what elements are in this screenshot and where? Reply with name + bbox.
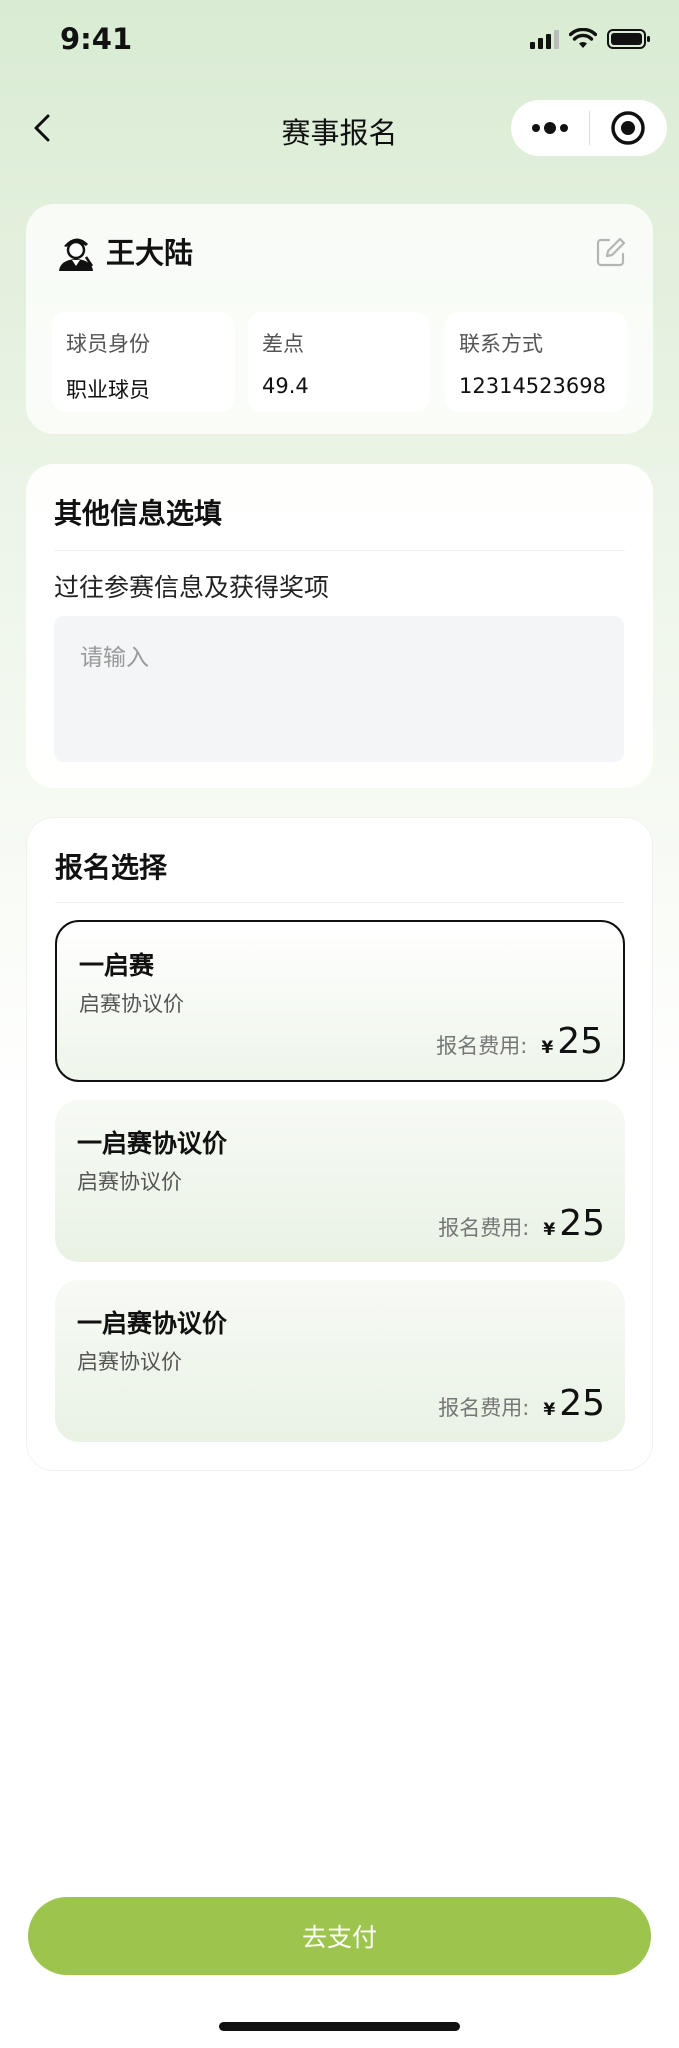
player-name: 王大陆 bbox=[106, 236, 194, 270]
section-title: 报名选择 bbox=[55, 851, 168, 884]
divider bbox=[54, 550, 625, 551]
option-subtitle: 启赛协议价 bbox=[79, 992, 184, 1016]
wifi-icon bbox=[569, 28, 597, 48]
more-button[interactable] bbox=[511, 100, 589, 156]
signup-options-card: 报名选择 一启赛 启赛协议价 报名费用: ¥ 25 一启赛协议价 启赛协议价 报… bbox=[26, 817, 653, 1471]
option-title: 一启赛协议价 bbox=[77, 1309, 228, 1338]
close-mini-program-button[interactable] bbox=[590, 100, 668, 156]
signup-option[interactable]: 一启赛协议价 启赛协议价 报名费用: ¥ 25 bbox=[55, 1280, 625, 1442]
info-label: 差点 bbox=[262, 332, 304, 356]
fee-amount: 25 bbox=[559, 1203, 605, 1244]
info-box-identity: 球员身份 职业球员 bbox=[52, 312, 234, 412]
past-awards-input[interactable]: 请输入 bbox=[54, 616, 624, 762]
battery-icon bbox=[607, 29, 650, 49]
golfer-avatar-icon bbox=[59, 238, 94, 271]
pay-button[interactable]: 去支付 bbox=[28, 1897, 651, 1975]
mini-program-capsule bbox=[511, 100, 667, 156]
currency-symbol: ¥ bbox=[543, 1220, 556, 1240]
fee-amount: 25 bbox=[559, 1383, 605, 1424]
target-close-icon bbox=[611, 111, 645, 145]
info-box-contact: 联系方式 12314523698 bbox=[445, 312, 627, 412]
player-profile-card: 王大陆 球员身份 职业球员 差点 49.4 联系方式 12314523698 bbox=[26, 204, 653, 434]
fee-label: 报名费用: bbox=[438, 1396, 530, 1420]
other-info-card: 其他信息选填 过往参赛信息及获得奖项 请输入 bbox=[26, 464, 653, 788]
currency-symbol: ¥ bbox=[543, 1400, 556, 1420]
status-icons bbox=[530, 28, 651, 50]
info-value: 12314523698 bbox=[459, 374, 606, 398]
info-label: 联系方式 bbox=[459, 332, 543, 356]
signup-option[interactable]: 一启赛 启赛协议价 报名费用: ¥ 25 bbox=[55, 920, 625, 1082]
field-label: 过往参赛信息及获得奖项 bbox=[54, 573, 330, 602]
option-fee: 报名费用: ¥ 25 bbox=[438, 1203, 605, 1244]
info-box-handicap: 差点 49.4 bbox=[248, 312, 430, 412]
info-label: 球员身份 bbox=[66, 332, 150, 356]
section-title: 其他信息选填 bbox=[54, 497, 223, 530]
fee-label: 报名费用: bbox=[436, 1034, 528, 1058]
status-bar: 9:41 bbox=[0, 0, 679, 84]
status-time: 9:41 bbox=[60, 22, 133, 56]
option-subtitle: 启赛协议价 bbox=[77, 1170, 182, 1194]
profile-header: 王大陆 bbox=[56, 230, 193, 272]
signup-option[interactable]: 一启赛协议价 启赛协议价 报名费用: ¥ 25 bbox=[55, 1100, 625, 1262]
more-dots-icon bbox=[531, 122, 568, 134]
home-indicator bbox=[219, 2022, 460, 2031]
info-value: 49.4 bbox=[262, 374, 309, 398]
option-title: 一启赛 bbox=[79, 951, 155, 980]
fee-amount: 25 bbox=[557, 1021, 603, 1062]
navigation-bar: 赛事报名 bbox=[0, 90, 679, 166]
cellular-signal-icon bbox=[530, 29, 559, 49]
info-value: 职业球员 bbox=[66, 378, 150, 402]
currency-symbol: ¥ bbox=[541, 1038, 554, 1058]
divider bbox=[55, 902, 624, 903]
fee-label: 报名费用: bbox=[438, 1216, 530, 1240]
edit-profile-button[interactable] bbox=[593, 234, 629, 270]
option-title: 一启赛协议价 bbox=[77, 1129, 228, 1158]
option-subtitle: 启赛协议价 bbox=[77, 1350, 182, 1374]
option-fee: 报名费用: ¥ 25 bbox=[438, 1383, 605, 1424]
option-fee: 报名费用: ¥ 25 bbox=[436, 1021, 603, 1062]
edit-icon bbox=[596, 237, 626, 267]
